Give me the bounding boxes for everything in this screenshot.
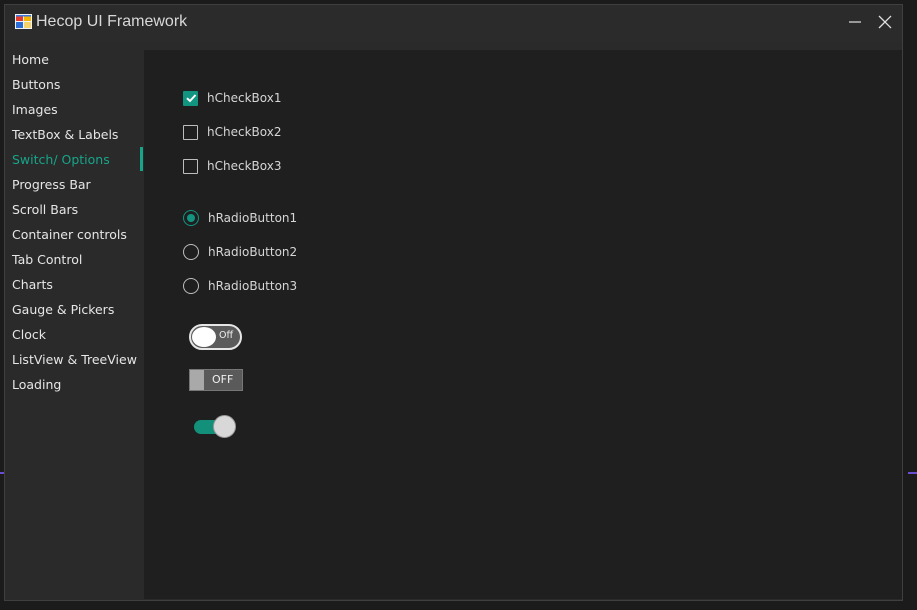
material-toggle-switch[interactable]	[194, 415, 236, 439]
active-indicator	[140, 147, 143, 171]
toggle-state-label: OFF	[212, 373, 234, 386]
sidebar-item-buttons[interactable]: Buttons	[5, 72, 144, 97]
checkmark-icon	[185, 94, 196, 103]
checkbox-3[interactable]: hCheckBox3	[183, 156, 281, 176]
sidebar-item-home[interactable]: Home	[5, 47, 144, 72]
main-content: hCheckBox1 hCheckBox2 hCheckBox3 hRadioB…	[144, 50, 902, 599]
app-window: Hecop UI Framework Home Buttons Images T…	[4, 4, 903, 601]
radio-label: hRadioButton3	[208, 279, 298, 293]
checkbox-1[interactable]: hCheckBox1	[183, 88, 281, 108]
toggle-knob	[213, 415, 236, 438]
flat-toggle-switch[interactable]: OFF	[189, 369, 243, 391]
checkbox-2[interactable]: hCheckBox2	[183, 122, 281, 142]
close-button[interactable]	[870, 9, 900, 35]
radio-selected-dot	[187, 214, 195, 222]
checkbox-box[interactable]	[183, 158, 198, 174]
sidebar-item-clock[interactable]: Clock	[5, 322, 144, 347]
radio-circle[interactable]	[183, 210, 199, 226]
radio-circle[interactable]	[183, 278, 199, 294]
radio-label: hRadioButton2	[208, 245, 298, 259]
checkbox-box[interactable]	[183, 90, 198, 106]
rounded-toggle-switch[interactable]: Off	[189, 324, 242, 350]
toggle-knob	[192, 327, 216, 347]
sidebar-item-loading[interactable]: Loading	[5, 372, 144, 397]
sidebar-nav: Home Buttons Images TextBox & Labels Swi…	[5, 46, 144, 600]
checkbox-label: hCheckBox2	[207, 125, 282, 139]
sidebar-item-switch-options[interactable]: Switch/ Options	[5, 147, 144, 172]
toggle-handle	[190, 370, 204, 390]
sidebar-item-gauge-pickers[interactable]: Gauge & Pickers	[5, 297, 144, 322]
window-title: Hecop UI Framework	[36, 13, 188, 30]
sidebar-item-container-controls[interactable]: Container controls	[5, 222, 144, 247]
title-bar[interactable]: Hecop UI Framework	[5, 5, 902, 41]
sidebar-item-scroll-bars[interactable]: Scroll Bars	[5, 197, 144, 222]
sidebar-item-listview-treeview[interactable]: ListView & TreeView	[5, 347, 144, 372]
radio-label: hRadioButton1	[208, 211, 298, 225]
radio-button-2[interactable]: hRadioButton2	[183, 242, 297, 262]
close-icon	[878, 15, 892, 29]
desktop-edge-line	[908, 472, 917, 474]
sidebar-item-textbox-labels[interactable]: TextBox & Labels	[5, 122, 144, 147]
sidebar-item-images[interactable]: Images	[5, 97, 144, 122]
minimize-button[interactable]	[840, 9, 870, 35]
sidebar-item-charts[interactable]: Charts	[5, 272, 144, 297]
sidebar-item-progress-bar[interactable]: Progress Bar	[5, 172, 144, 197]
checkbox-label: hCheckBox1	[207, 91, 282, 105]
toggle-state-label: Off	[219, 330, 234, 341]
radio-button-3[interactable]: hRadioButton3	[183, 276, 297, 296]
app-window-icon	[15, 14, 32, 29]
minimize-icon	[849, 21, 861, 23]
radio-circle[interactable]	[183, 244, 199, 260]
sidebar-item-tab-control[interactable]: Tab Control	[5, 247, 144, 272]
checkbox-box[interactable]	[183, 124, 198, 140]
checkbox-label: hCheckBox3	[207, 159, 282, 173]
radio-button-1[interactable]: hRadioButton1	[183, 208, 297, 228]
